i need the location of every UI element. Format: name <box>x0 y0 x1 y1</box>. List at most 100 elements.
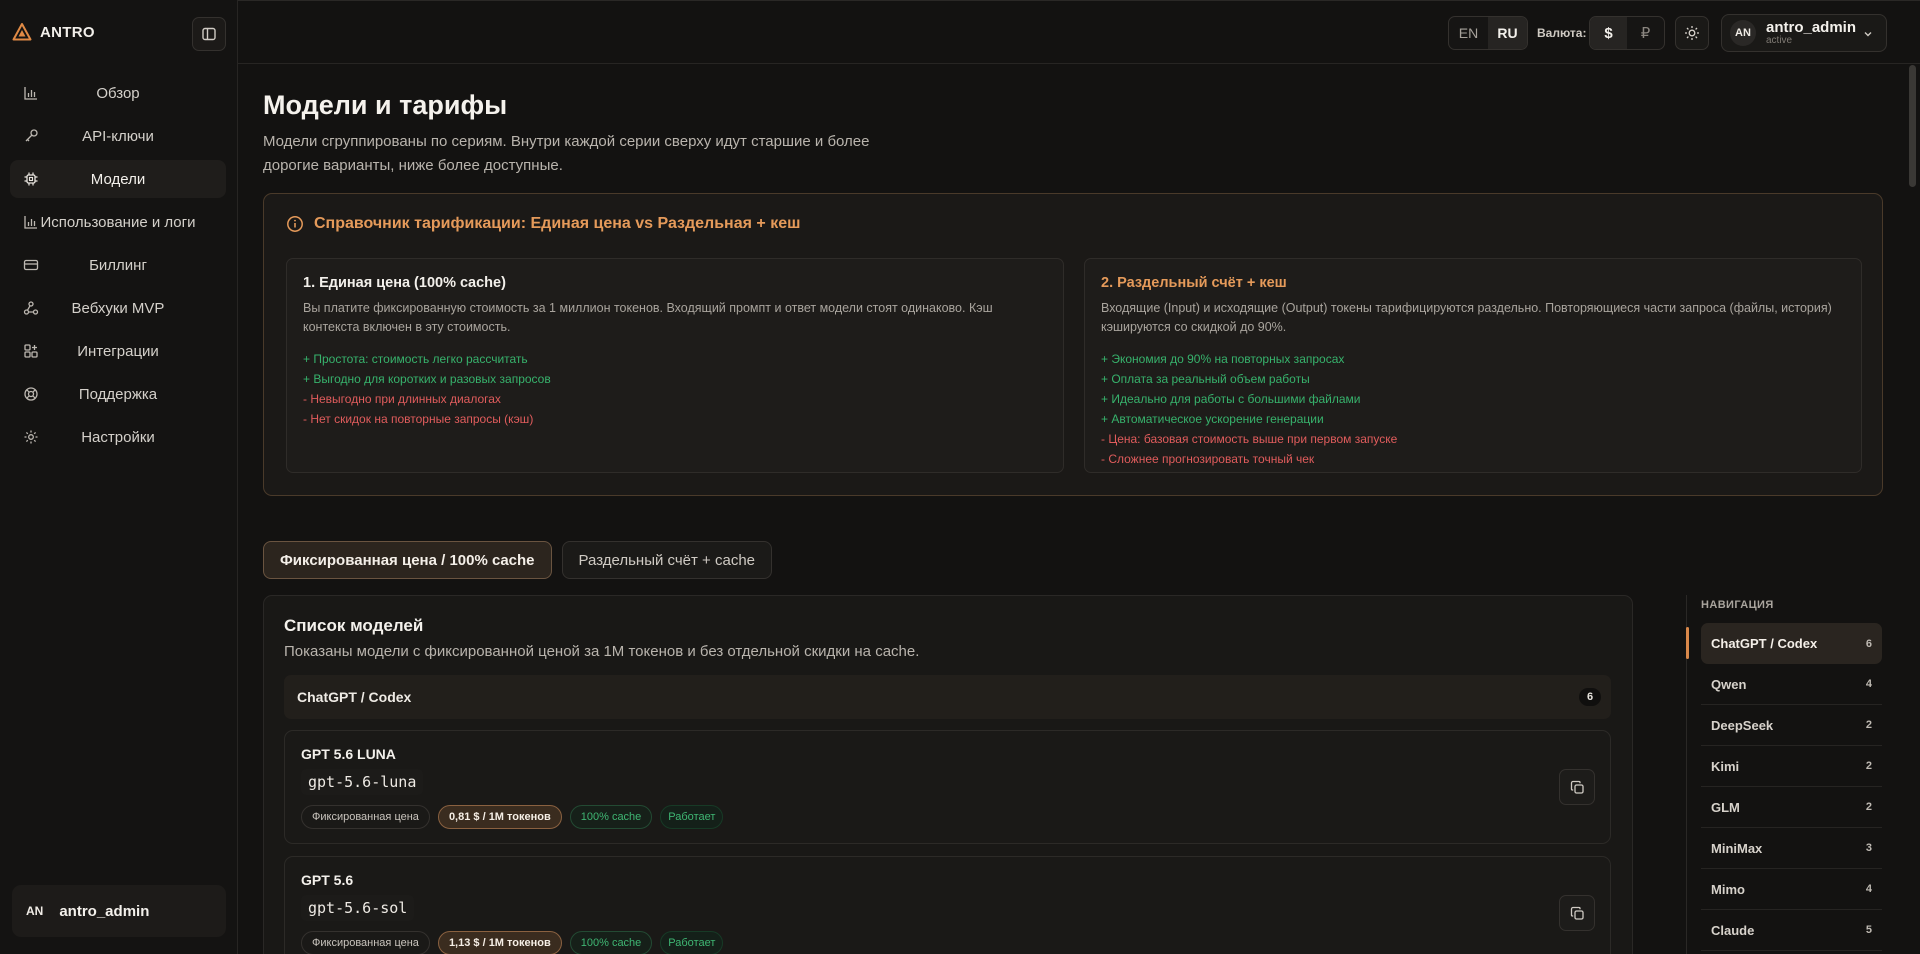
page-title: Модели и тарифы <box>263 90 508 120</box>
series-nav-count: 3 <box>1865 842 1872 854</box>
series-nav-item-minimax[interactable]: MiniMax 3 <box>1701 828 1882 869</box>
sidebar-item-label: Интеграции <box>77 342 159 360</box>
pricing-card-unified: 1. Единая цена (100% cache) Вы платите ф… <box>286 258 1064 473</box>
series-nav-count: 2 <box>1865 801 1872 813</box>
cache-badge: 100% cache <box>569 805 653 829</box>
key-icon <box>25 129 38 142</box>
currency-option-rub[interactable]: ₽ <box>1627 17 1664 49</box>
theme-toggle-button[interactable] <box>1675 16 1709 50</box>
pro-point: + Автоматическое ускорение генерации <box>1101 412 1324 426</box>
series-nav-label: MiniMax <box>1711 840 1763 856</box>
sidebar-item-integrations[interactable]: Интеграции <box>10 332 226 370</box>
model-card: GPT 5.6 LUNA gpt-5.6-luna Фиксированная … <box>284 730 1611 844</box>
tab-split-billing[interactable]: Раздельный счёт + cache <box>561 541 772 579</box>
series-nav: ChatGPT / Codex 6 Qwen 4 DeepSeek 2 Kimi… <box>1701 623 1882 951</box>
chart-bar-icon <box>24 87 37 100</box>
sidebar: ANTRO Обзор API-ключи Модели Использован… <box>0 0 238 954</box>
info-circle-icon <box>287 216 303 232</box>
pricing-type-badge: Фиксированная цена <box>301 931 430 954</box>
pricing-reference-title: Справочник тарификации: Единая цена vs Р… <box>314 215 801 232</box>
sidebar-panel-icon <box>202 27 216 41</box>
sidebar-item-overview[interactable]: Обзор <box>10 74 226 112</box>
models-list-panel: Список моделей Показаны модели с фиксиро… <box>263 595 1633 954</box>
copy-model-id-button[interactable] <box>1559 769 1595 805</box>
price-badge: 1,13 $ / 1M токенов <box>437 931 562 954</box>
sidebar-user-card[interactable]: AN antro_admin <box>12 885 226 937</box>
cpu-chip-icon <box>24 172 38 186</box>
con-point: - Нет скидок на повторные запросы (кэш) <box>303 412 534 426</box>
series-nav-count: 2 <box>1865 719 1872 731</box>
chart-bar-icon <box>24 216 37 229</box>
status-badge: Работает <box>660 805 724 829</box>
credit-card-icon <box>23 259 39 271</box>
gear-icon <box>24 430 38 444</box>
series-nav-label: Claude <box>1711 922 1755 938</box>
sidebar-item-settings[interactable]: Настройки <box>10 418 226 456</box>
brand-name: ANTRO <box>40 23 95 41</box>
series-nav-item-deepseek[interactable]: DeepSeek 2 <box>1701 705 1882 746</box>
series-nav-label: Qwen <box>1711 676 1747 692</box>
user-status: active <box>1766 34 1793 46</box>
webhook-icon <box>23 301 39 315</box>
series-nav-label: ChatGPT / Codex <box>1711 636 1818 651</box>
language-option-ru[interactable]: RU <box>1488 17 1527 49</box>
sidebar-item-support[interactable]: Поддержка <box>10 375 226 413</box>
price-badge: 0,81 $ / 1M токенов <box>437 805 562 829</box>
status-badge: Работает <box>660 931 724 954</box>
language-switcher: EN RU <box>1448 16 1528 50</box>
currency-option-usd[interactable]: $ <box>1590 17 1627 49</box>
sidebar-item-webhooks[interactable]: Вебхуки MVP <box>10 289 226 327</box>
pro-point: + Экономия до 90% на повторных запросах <box>1101 352 1345 366</box>
pricing-card-split: 2. Раздельный счёт + кеш Входящие (Input… <box>1084 258 1862 473</box>
pricing-card-title: 2. Раздельный счёт + кеш <box>1101 275 1287 291</box>
topbar: EN RU Валюта: $ ₽ AN antro_admin active <box>238 0 1920 64</box>
copy-model-id-button[interactable] <box>1559 895 1595 931</box>
pricing-card-description: Вы платите фиксированную стоимость за 1 … <box>303 301 993 334</box>
series-nav-item-qwen[interactable]: Qwen 4 <box>1701 664 1882 705</box>
series-count-badge: 6 <box>1579 688 1601 706</box>
series-nav-item-mimo[interactable]: Mimo 4 <box>1701 869 1882 910</box>
brand[interactable]: ANTRO <box>12 22 95 42</box>
series-name: ChatGPT / Codex <box>297 689 412 705</box>
model-badges: Фиксированная цена 0,81 $ / 1M токенов 1… <box>301 805 724 829</box>
currency-switcher: $ ₽ <box>1589 16 1665 50</box>
series-nav-count: 2 <box>1865 760 1872 772</box>
sidebar-item-label: Обзор <box>96 84 140 102</box>
series-nav-count: 6 <box>1865 637 1872 650</box>
series-nav-count: 5 <box>1865 924 1872 936</box>
series-nav-item-claude[interactable]: Claude 5 <box>1701 910 1882 951</box>
chevron-down-icon <box>1864 32 1872 37</box>
sidebar-item-billing[interactable]: Биллинг <box>10 246 226 284</box>
pricing-card-description: Входящие (Input) и исходящие (Output) то… <box>1101 301 1832 334</box>
tab-fixed-price[interactable]: Фиксированная цена / 100% cache <box>263 541 552 579</box>
model-id[interactable]: gpt-5.6-sol <box>301 895 415 921</box>
series-nav-item-glm[interactable]: GLM 2 <box>1701 787 1882 828</box>
sidebar-item-label: API-ключи <box>82 127 154 145</box>
series-nav-item-kimi[interactable]: Kimi 2 <box>1701 746 1882 787</box>
copy-icon <box>1570 780 1584 794</box>
language-option-en[interactable]: EN <box>1449 17 1488 49</box>
model-card: GPT 5.6 gpt-5.6-sol Фиксированная цена 1… <box>284 856 1611 954</box>
series-nav-count: 4 <box>1865 678 1872 690</box>
series-nav-label: DeepSeek <box>1711 717 1774 733</box>
model-id[interactable]: gpt-5.6-luna <box>301 769 424 795</box>
con-point: - Цена: базовая стоимость выше при перво… <box>1101 432 1398 446</box>
antro-logo-icon <box>12 23 32 41</box>
sidebar-item-label: Модели <box>90 170 146 188</box>
pro-point: + Оплата за реальный объем работы <box>1101 372 1310 386</box>
collapse-sidebar-button[interactable] <box>192 17 226 51</box>
pro-point: + Простота: стоимость легко рассчитать <box>303 352 528 366</box>
sidebar-item-models[interactable]: Модели <box>10 160 226 198</box>
series-nav-item-chatgpt-codex[interactable]: ChatGPT / Codex 6 <box>1701 623 1882 664</box>
sidebar-nav: Обзор API-ключи Модели Использование и л… <box>10 74 226 461</box>
page-scrollbar[interactable] <box>1909 65 1916 187</box>
sidebar-item-api-keys[interactable]: API-ключи <box>10 117 226 155</box>
pricing-reference-panel: Справочник тарификации: Единая цена vs Р… <box>263 193 1883 496</box>
lifebuoy-icon <box>24 387 38 401</box>
sidebar-item-usage-logs[interactable]: Использование и логи <box>10 203 226 241</box>
user-menu-button[interactable]: AN antro_admin active <box>1721 14 1887 52</box>
series-header-chatgpt-codex[interactable]: ChatGPT / Codex 6 <box>284 675 1611 719</box>
sidebar-username: antro_admin <box>59 902 150 920</box>
user-name: antro_admin <box>1766 18 1857 36</box>
avatar: AN <box>1730 20 1756 46</box>
